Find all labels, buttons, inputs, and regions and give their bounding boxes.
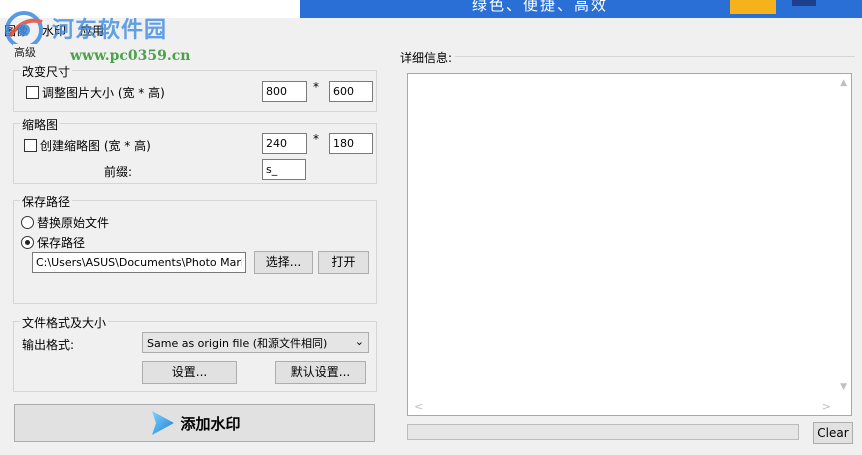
details-label: 详细信息: xyxy=(400,49,455,66)
thumbnail-height-input[interactable] xyxy=(329,133,373,154)
radio-save-path[interactable]: 保存路径 xyxy=(21,234,85,251)
progress-bar xyxy=(407,424,799,440)
output-format-label: 输出格式: xyxy=(22,338,75,352)
thumbnail-group-title: 缩略图 xyxy=(20,116,61,133)
scroll-right-icon[interactable]: > xyxy=(822,400,831,413)
checkbox-box[interactable] xyxy=(24,139,37,152)
chevron-down-icon: ⌄ xyxy=(354,335,364,348)
output-format-select[interactable]: Same as origin file (和源文件相同) ⌄ xyxy=(142,332,369,353)
radio-button-selected[interactable] xyxy=(21,236,34,249)
details-divider xyxy=(455,56,855,57)
resize-height-input[interactable] xyxy=(329,81,373,102)
default-settings-button[interactable]: 默认设置... xyxy=(275,361,366,384)
play-arrow-icon xyxy=(152,411,175,435)
resize-group: 改变尺寸 调整图片大小 (宽 * 高) * xyxy=(13,63,377,112)
checkbox-box[interactable] xyxy=(26,86,39,99)
thumbnail-checkbox-label: 创建缩略图 (宽 * 高) xyxy=(40,139,151,153)
tab-advanced[interactable]: 高级 xyxy=(13,44,37,60)
save-path-group: 保存路径 替换原始文件 保存路径 选择... 打开 xyxy=(13,193,377,304)
clear-button[interactable]: Clear xyxy=(813,422,853,444)
resize-checkbox-label: 调整图片大小 (宽 * 高) xyxy=(42,86,165,100)
thumbnail-width-input[interactable] xyxy=(262,133,307,154)
resize-checkbox[interactable]: 调整图片大小 (宽 * 高) xyxy=(26,84,165,101)
watermark-url: www.pc0359.cn xyxy=(70,48,191,64)
banner-graphic xyxy=(730,0,776,14)
thumbnail-group: 缩略图 创建缩略图 (宽 * 高) * 前缀: xyxy=(13,116,377,184)
add-watermark-label: 添加水印 xyxy=(180,414,241,433)
banner-graphic xyxy=(792,0,816,6)
add-watermark-button[interactable]: 添加水印 xyxy=(14,404,375,442)
radio-replace-original[interactable]: 替换原始文件 xyxy=(21,214,109,231)
format-group-title: 文件格式及大小 xyxy=(20,314,109,331)
thumbnail-checkbox[interactable]: 创建缩略图 (宽 * 高) xyxy=(24,137,151,154)
settings-button[interactable]: 设置... xyxy=(142,361,237,384)
resize-width-input[interactable] xyxy=(262,81,307,102)
thumbnail-separator: * xyxy=(313,132,319,146)
format-group: 文件格式及大小 输出格式: Same as origin file (和源文件相… xyxy=(13,314,377,392)
banner-slogan: 绿色、便捷、高效 xyxy=(472,0,609,14)
open-button[interactable]: 打开 xyxy=(318,251,369,274)
save-path-group-title: 保存路径 xyxy=(20,193,73,210)
save-path-input[interactable] xyxy=(32,252,246,273)
choose-button[interactable]: 选择... xyxy=(254,251,313,274)
resize-group-title: 改变尺寸 xyxy=(20,63,73,80)
radio-save-path-label: 保存路径 xyxy=(37,236,86,250)
resize-separator: * xyxy=(313,80,319,94)
details-textarea[interactable]: ▲ ▼ < > xyxy=(407,73,852,416)
radio-button[interactable] xyxy=(21,216,34,229)
output-format-value: Same as origin file (和源文件相同) xyxy=(147,337,328,350)
thumbnail-prefix-label: 前缀: xyxy=(104,165,133,179)
thumbnail-prefix-input[interactable] xyxy=(262,159,306,180)
watermark-title: 河东软件园 xyxy=(52,18,168,43)
scroll-down-icon[interactable]: ▼ xyxy=(840,382,847,392)
scroll-left-icon[interactable]: < xyxy=(414,400,423,413)
radio-replace-label: 替换原始文件 xyxy=(37,216,110,230)
scroll-up-icon[interactable]: ▲ xyxy=(840,78,847,88)
